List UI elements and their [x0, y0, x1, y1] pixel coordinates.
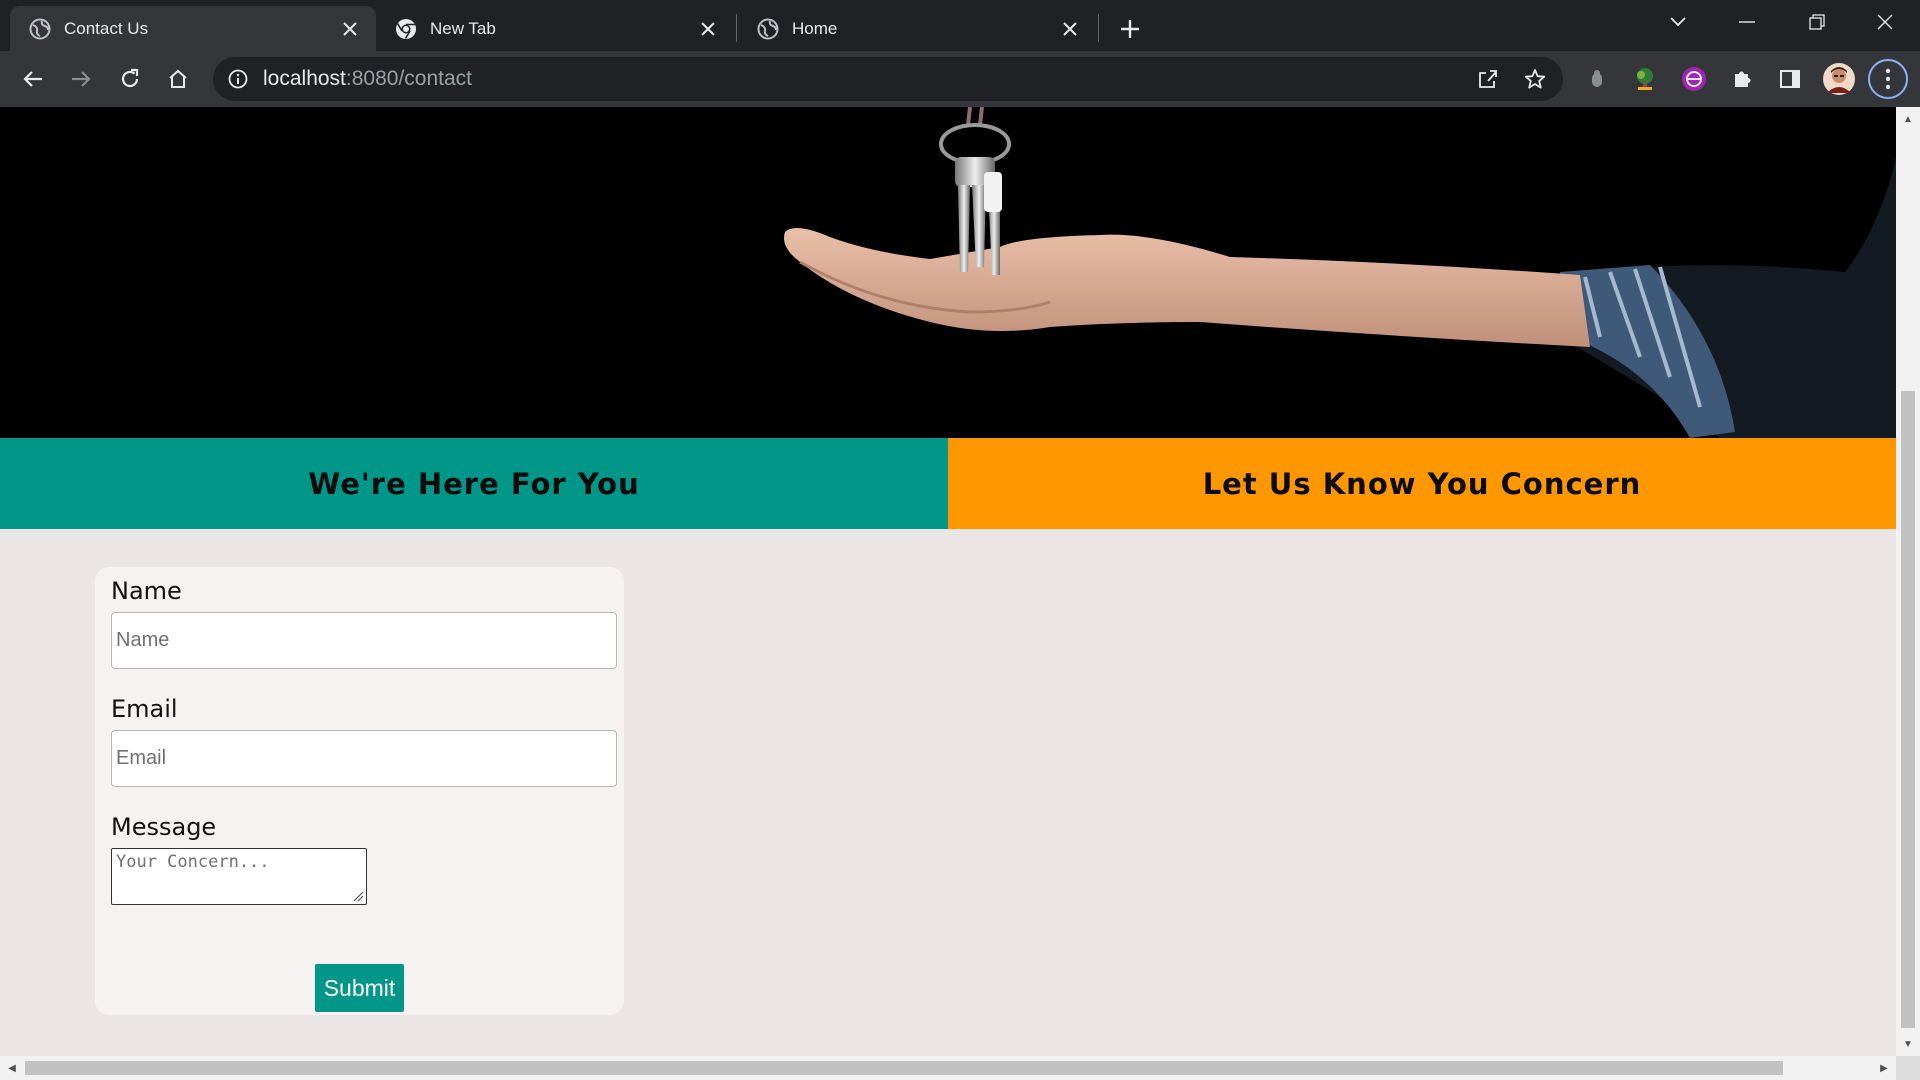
- submit-button[interactable]: Submit: [315, 964, 404, 1012]
- tab-title: Contact Us: [64, 18, 149, 38]
- extension-purple-icon[interactable]: [1674, 59, 1714, 99]
- hero-image: [0, 107, 1896, 438]
- tab-search-button[interactable]: [1643, 0, 1713, 44]
- scroll-up-icon[interactable]: ▲: [1896, 107, 1920, 131]
- info-icon[interactable]: [227, 68, 249, 90]
- side-panel-icon[interactable]: [1770, 59, 1810, 99]
- banner-let-us-know: Let Us Know You Concern: [948, 438, 1896, 529]
- extensions-puzzle-icon[interactable]: [1722, 59, 1762, 99]
- globe-icon: [29, 18, 51, 40]
- page-viewport: We're Here For You Let Us Know You Conce…: [0, 107, 1896, 1056]
- scroll-left-icon[interactable]: ◀: [0, 1056, 24, 1080]
- extension-grey-icon[interactable]: [1577, 59, 1617, 99]
- home-button[interactable]: [158, 59, 198, 99]
- horizontal-scroll-thumb[interactable]: [25, 1061, 1783, 1075]
- contact-form: Name Email Message Submit: [95, 567, 624, 1015]
- scroll-down-icon[interactable]: ▼: [1896, 1032, 1920, 1056]
- url-host: localhost: [263, 67, 346, 90]
- tab-new-tab[interactable]: New Tab: [376, 6, 734, 51]
- extension-tree-icon[interactable]: [1625, 59, 1665, 99]
- close-icon[interactable]: [336, 15, 364, 43]
- scroll-right-icon[interactable]: ▶: [1872, 1056, 1896, 1080]
- email-label: Email: [111, 695, 178, 723]
- resize-grip-icon[interactable]: [352, 890, 364, 902]
- message-textarea[interactable]: [111, 848, 367, 905]
- address-bar[interactable]: localhost:8080/contact: [213, 57, 1563, 101]
- name-label: Name: [111, 577, 182, 605]
- forward-button[interactable]: [61, 59, 101, 99]
- tab-title: Home: [792, 18, 838, 38]
- tab-separator: [736, 14, 737, 42]
- banner-here-for-you: We're Here For You: [0, 438, 948, 529]
- back-button[interactable]: [13, 59, 53, 99]
- vertical-scroll-thumb[interactable]: [1901, 391, 1915, 1028]
- new-tab-button[interactable]: [1112, 11, 1148, 47]
- close-icon[interactable]: [694, 15, 722, 43]
- vertical-scrollbar[interactable]: ▲ ▼: [1896, 107, 1920, 1056]
- title-bar: Contact Us New Tab Home: [0, 0, 1920, 51]
- close-icon[interactable]: [1056, 15, 1084, 43]
- message-label: Message: [111, 813, 217, 841]
- restore-button[interactable]: [1782, 0, 1852, 44]
- tab-separator: [1098, 14, 1099, 42]
- browser-toolbar: localhost:8080/contact: [0, 51, 1920, 107]
- chrome-icon: [395, 18, 417, 40]
- minimize-button[interactable]: [1712, 0, 1782, 44]
- close-window-button[interactable]: [1850, 0, 1920, 44]
- name-input[interactable]: [111, 612, 617, 669]
- bookmark-star-icon[interactable]: [1517, 65, 1553, 93]
- scrollbar-corner: [1896, 1056, 1920, 1080]
- more-menu-button[interactable]: [1868, 59, 1908, 99]
- tab-title: New Tab: [430, 18, 496, 38]
- tab-home[interactable]: Home: [738, 6, 1096, 51]
- horizontal-scrollbar[interactable]: ◀ ▶: [0, 1056, 1896, 1080]
- email-input[interactable]: [111, 730, 617, 787]
- reload-button[interactable]: [110, 59, 150, 99]
- url-path: :8080/contact: [345, 67, 472, 90]
- profile-avatar[interactable]: [1819, 59, 1859, 99]
- hand-with-keys-image: [784, 107, 1896, 438]
- tab-contact-us[interactable]: Contact Us: [10, 6, 376, 51]
- share-icon[interactable]: [1470, 65, 1506, 93]
- globe-icon: [757, 18, 779, 40]
